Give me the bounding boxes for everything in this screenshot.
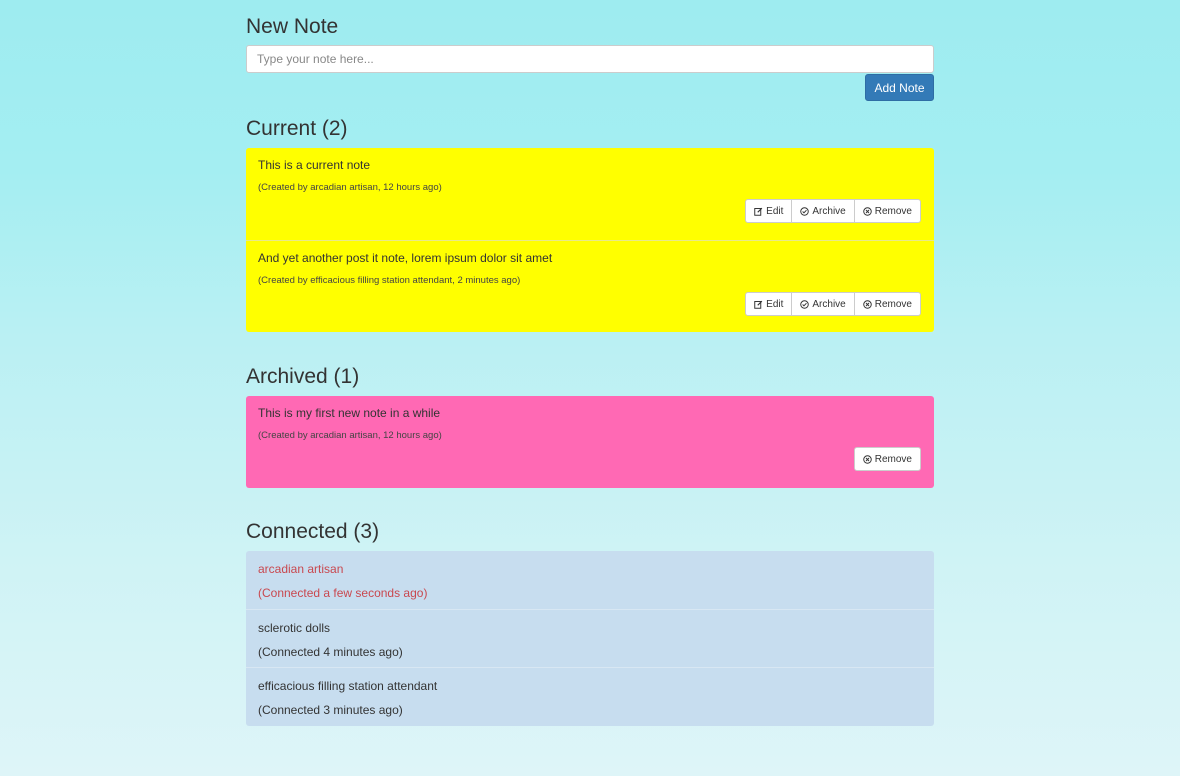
archived-note: This is my first new note in a while (Cr… bbox=[246, 396, 934, 488]
archived-heading: Archived (1) bbox=[246, 365, 360, 388]
remove-button[interactable]: Remove bbox=[853, 447, 921, 471]
add-note-button[interactable]: Add Note bbox=[865, 74, 934, 101]
check-circle-icon bbox=[800, 299, 810, 309]
remove-label: Remove bbox=[874, 298, 912, 310]
connected-users-list: arcadian artisan (Connected a few second… bbox=[246, 551, 934, 726]
edit-icon bbox=[754, 300, 763, 309]
note-meta: (Created by arcadian artisan, 12 hours a… bbox=[258, 430, 442, 441]
edit-label: Edit bbox=[766, 298, 784, 310]
note-text: This is a current note bbox=[258, 158, 371, 172]
connected-user: sclerotic dolls (Connected 4 minutes ago… bbox=[246, 609, 934, 667]
edit-label: Edit bbox=[766, 205, 784, 217]
connected-user: efficacious filling station attendant (C… bbox=[246, 667, 934, 725]
edit-icon bbox=[754, 207, 763, 216]
current-heading: Current (2) bbox=[246, 117, 348, 140]
remove-label: Remove bbox=[874, 453, 912, 465]
archive-label: Archive bbox=[812, 205, 846, 217]
remove-circle-icon bbox=[863, 206, 872, 216]
archived-notes-list: This is my first new note in a while (Cr… bbox=[246, 396, 934, 488]
new-note-heading: New Note bbox=[246, 15, 339, 38]
edit-button[interactable]: Edit bbox=[745, 292, 793, 316]
current-note: And yet another post it note, lorem ipsu… bbox=[246, 240, 934, 332]
remove-button[interactable]: Remove bbox=[853, 292, 921, 316]
remove-button[interactable]: Remove bbox=[853, 199, 921, 223]
remove-circle-icon bbox=[863, 299, 872, 309]
user-name: efficacious filling station attendant bbox=[258, 679, 438, 693]
current-notes-list: This is a current note (Created by arcad… bbox=[246, 148, 934, 332]
archive-button[interactable]: Archive bbox=[791, 199, 855, 223]
note-text: This is my first new note in a while bbox=[258, 406, 441, 420]
remove-circle-icon bbox=[863, 454, 872, 464]
note-actions: Edit Archive Remove bbox=[745, 292, 921, 316]
note-meta: (Created by arcadian artisan, 12 hours a… bbox=[258, 182, 442, 193]
archive-label: Archive bbox=[812, 298, 846, 310]
connection-time: (Connected 4 minutes ago) bbox=[258, 645, 403, 659]
edit-button[interactable]: Edit bbox=[745, 199, 793, 223]
connected-user: arcadian artisan (Connected a few second… bbox=[246, 551, 934, 609]
archive-button[interactable]: Archive bbox=[791, 292, 855, 316]
connection-time: (Connected a few seconds ago) bbox=[258, 586, 428, 600]
note-input[interactable] bbox=[246, 45, 934, 73]
note-actions: Remove bbox=[853, 447, 921, 471]
note-meta: (Created by efficacious filling station … bbox=[258, 275, 521, 286]
check-circle-icon bbox=[800, 206, 810, 216]
connection-time: (Connected 3 minutes ago) bbox=[258, 703, 403, 717]
user-name: sclerotic dolls bbox=[258, 621, 331, 635]
note-actions: Edit Archive Remove bbox=[745, 199, 921, 223]
connected-heading: Connected (3) bbox=[246, 520, 380, 543]
remove-label: Remove bbox=[874, 205, 912, 217]
current-note: This is a current note (Created by arcad… bbox=[246, 148, 934, 240]
user-name: arcadian artisan bbox=[258, 562, 344, 576]
note-text: And yet another post it note, lorem ipsu… bbox=[258, 251, 553, 265]
